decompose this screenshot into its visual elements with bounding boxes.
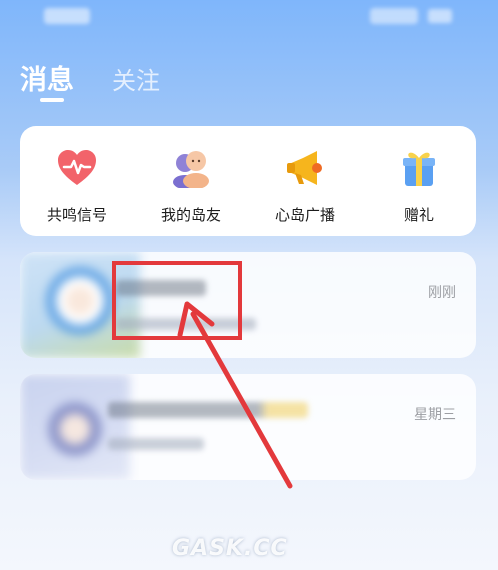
watermark: GASK.CC [172, 536, 288, 561]
arrow-pointer-icon [177, 301, 293, 489]
